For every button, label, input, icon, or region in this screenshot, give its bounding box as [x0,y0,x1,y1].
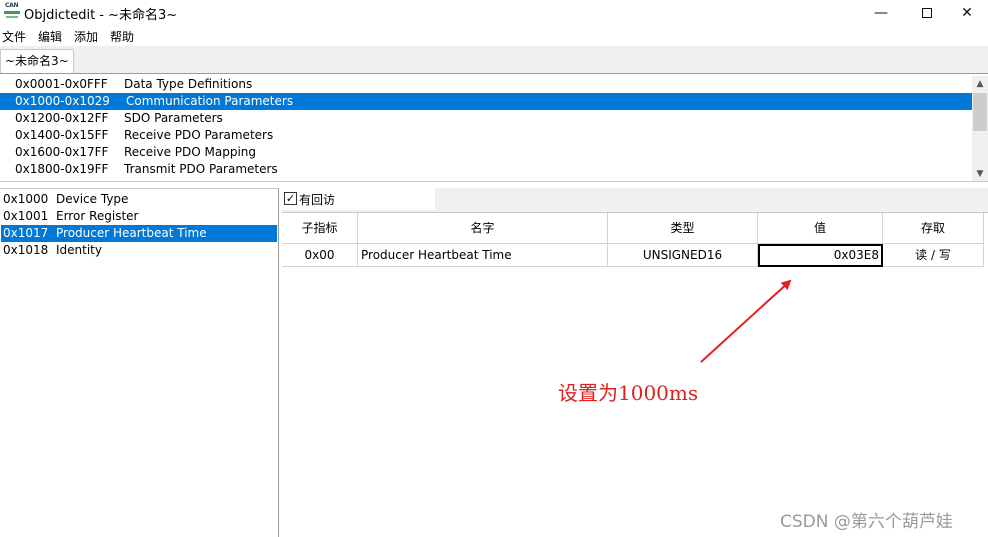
app-icon-bar [4,11,20,14]
index-name: Device Type [56,192,129,206]
callback-checkbox[interactable]: ✓ [284,192,297,205]
close-button[interactable]: ✕ [946,0,988,26]
header-value[interactable]: 值 [758,213,883,244]
menu-help[interactable]: 帮助 [108,28,140,46]
cell-subindex[interactable]: 0x00 [282,244,358,267]
index-name: Identity [56,243,102,257]
menu-add[interactable]: 添加 [72,28,104,46]
header-access[interactable]: 存取 [883,213,984,244]
range-row[interactable]: 0x1200-0x12FF SDO Parameters [0,110,972,127]
header-type[interactable]: 类型 [608,213,758,244]
menu-bar: 文件 编辑 添加 帮助 [0,28,144,46]
range-value: 0x1200-0x12FF [15,111,109,125]
tab-strip: ~未命名3~ [0,46,988,74]
vertical-scrollbar[interactable]: ▲ ▼ [972,76,988,181]
callback-label: 有回访 [299,193,336,207]
subindex-pane: ✓ 有回访 子指标 名字 类型 值 存取 0x00 Producer Heart… [282,188,988,537]
index-row[interactable]: 0x1018 Identity [1,242,277,259]
index-value: 0x1018 [3,243,49,257]
scroll-down-icon[interactable]: ▼ [972,166,988,181]
cell-name[interactable]: Producer Heartbeat Time [358,244,608,267]
range-row[interactable]: 0x1600-0x17FF Receive PDO Mapping [0,144,972,161]
app-icon-bar-2 [6,16,18,18]
cell-access[interactable]: 读 / 写 [883,244,984,267]
index-row[interactable]: 0x1001 Error Register [1,208,277,225]
cell-type[interactable]: UNSIGNED16 [608,244,758,267]
menu-file[interactable]: 文件 [0,28,32,46]
range-value: 0x1000-0x1029 [15,94,110,108]
minimize-icon: — [874,5,888,21]
menu-edit[interactable]: 编辑 [36,28,68,46]
close-icon: ✕ [961,5,973,21]
title-bar: CAN Objdictedit - ~未命名3~ — ✕ [0,0,988,26]
range-value: 0x0001-0x0FFF [15,77,108,91]
maximize-button[interactable] [904,0,950,26]
scroll-up-icon[interactable]: ▲ [972,76,988,92]
range-name: Receive PDO Mapping [124,145,257,159]
app-icon: CAN [4,3,20,20]
subindex-grid: 子指标 名字 类型 值 存取 0x00 Producer Heartbeat T… [282,212,988,537]
app-icon-label: CAN [5,2,19,9]
tab-document[interactable]: ~未命名3~ [0,49,74,73]
range-name: Receive PDO Parameters [124,128,274,142]
index-name: Error Register [56,209,139,223]
watermark: CSDN @第六个葫芦娃 [780,512,953,532]
callback-option: ✓ 有回访 [282,188,435,210]
index-range-list: 0x0001-0x0FFF Data Type Definitions 0x10… [0,76,988,182]
range-name: Data Type Definitions [124,77,253,91]
index-value: 0x1001 [3,209,49,223]
range-value: 0x1600-0x17FF [15,145,109,159]
index-value: 0x1017 [3,226,49,240]
scroll-thumb[interactable] [973,93,987,131]
index-row[interactable]: 0x1000 Device Type [1,191,277,208]
minimize-button[interactable]: — [858,0,904,26]
range-row[interactable]: 0x0001-0x0FFF Data Type Definitions [0,76,972,93]
cell-value-editor[interactable]: 0x03E8 [758,244,883,267]
index-row-selected[interactable]: 0x1017 Producer Heartbeat Time [1,225,277,242]
header-name[interactable]: 名字 [358,213,608,244]
window-title: Objdictedit - ~未命名3~ [24,8,178,23]
range-row[interactable]: 0x1400-0x15FF Receive PDO Parameters [0,127,972,144]
range-name: Transmit PDO Parameters [124,162,278,176]
annotation-text: 设置为1000ms [558,381,699,405]
range-value: 0x1800-0x19FF [15,162,109,176]
index-list: 0x1000 Device Type 0x1001 Error Register… [0,188,279,537]
range-row[interactable]: 0x1800-0x19FF Transmit PDO Parameters [0,161,972,178]
maximize-icon [922,8,932,18]
range-row-selected[interactable]: 0x1000-0x1029 Communication Parameters [0,93,972,110]
index-value: 0x1000 [3,192,49,206]
header-subindex[interactable]: 子指标 [282,213,358,244]
index-name: Producer Heartbeat Time [56,226,207,240]
range-name: Communication Parameters [126,94,294,108]
range-name: SDO Parameters [124,111,223,125]
range-value: 0x1400-0x15FF [15,128,109,142]
annotation-arrow [700,279,792,363]
